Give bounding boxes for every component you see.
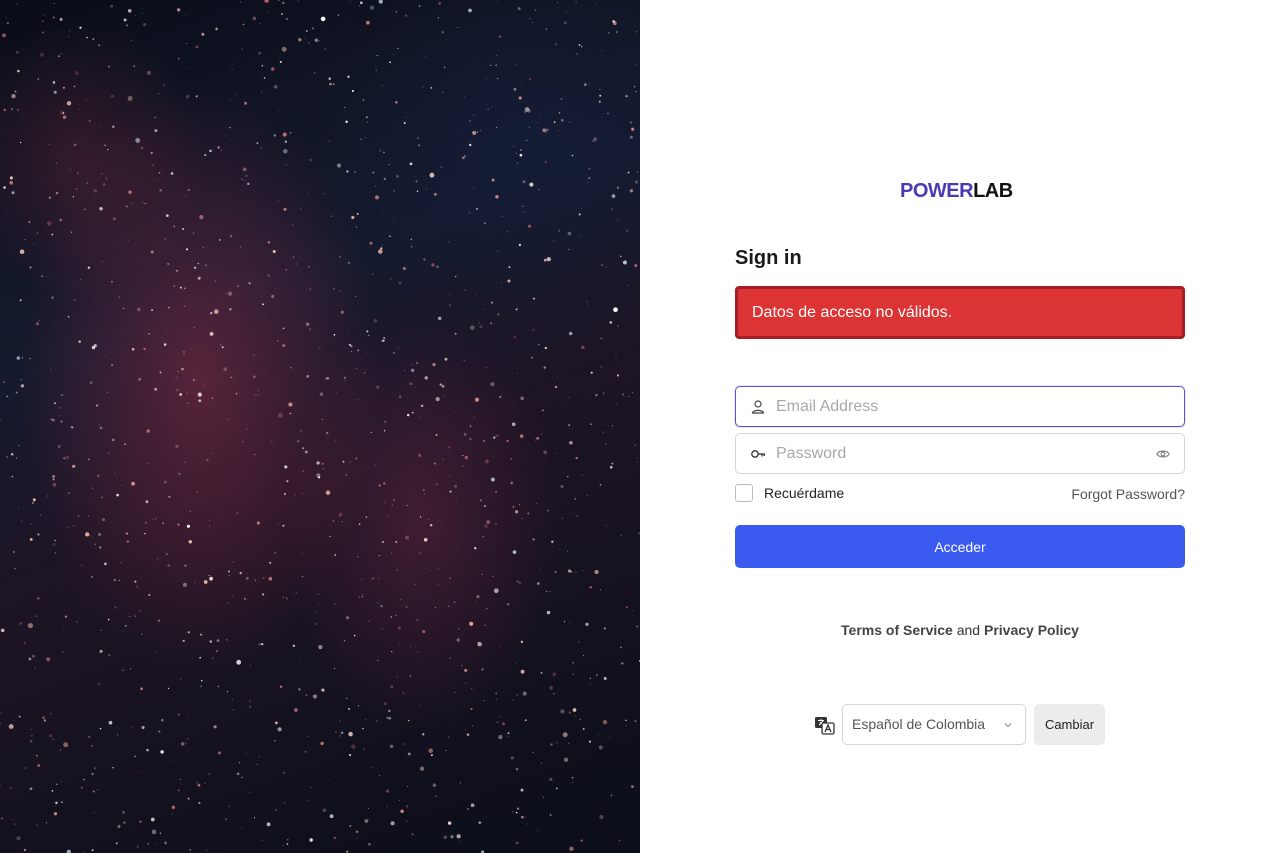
eye-icon[interactable]: [1156, 447, 1170, 461]
legal-links: Terms of Service and Privacy Policy: [735, 622, 1185, 638]
email-field[interactable]: [735, 386, 1185, 427]
email-input[interactable]: [776, 387, 1136, 426]
remember-label: Recuérdame: [764, 485, 845, 501]
legal-connector: and: [956, 622, 981, 638]
powerlab-logo: POWERLAB: [900, 178, 1022, 204]
password-input[interactable]: [776, 434, 1136, 473]
background-image-panel: [0, 0, 640, 853]
logo-text-lab: LAB: [973, 180, 1013, 202]
error-alert: Datos de acceso no válidos.: [735, 286, 1185, 339]
page-title: Sign in: [735, 247, 802, 269]
submit-button[interactable]: Acceder: [735, 525, 1185, 568]
terms-link[interactable]: Terms of Service: [841, 622, 953, 638]
language-select[interactable]: Español de Colombia: [842, 704, 1026, 745]
logo-text-power: POWER: [900, 180, 974, 202]
translate-icon: [815, 717, 835, 735]
user-icon: [751, 400, 765, 414]
language-selected-value: Español de Colombia: [852, 716, 986, 732]
remember-checkbox[interactable]: [735, 484, 753, 502]
change-language-button[interactable]: Cambiar: [1034, 704, 1105, 745]
forgot-password-link[interactable]: Forgot Password?: [1071, 486, 1185, 502]
starfield-image: [0, 0, 640, 853]
privacy-link[interactable]: Privacy Policy: [984, 622, 1079, 638]
remember-me[interactable]: Recuérdame: [735, 483, 844, 503]
chevron-down-icon: [1004, 723, 1012, 728]
password-field[interactable]: [735, 433, 1185, 474]
key-icon: [751, 450, 765, 458]
